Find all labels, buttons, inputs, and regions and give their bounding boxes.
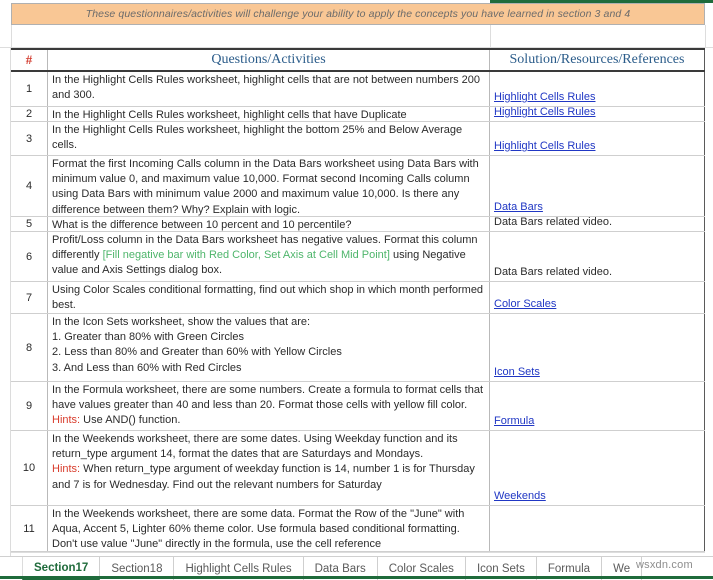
- table-row: 7Using Color Scales conditional formatti…: [11, 282, 705, 314]
- sheet-tab-label: Highlight Cells Rules: [185, 563, 291, 575]
- solution-link[interactable]: Weekends: [494, 489, 702, 504]
- sheet-tab-label: Color Scales: [389, 563, 454, 575]
- question-text: In the Formula worksheet, there are some…: [52, 384, 483, 411]
- question-cell[interactable]: In the Formula worksheet, there are some…: [48, 382, 490, 430]
- banner-left-gutter: [0, 3, 11, 26]
- solution-cell[interactable]: Highlight Cells Rules: [490, 107, 705, 121]
- hint-label: Hints:: [52, 414, 80, 426]
- row-number-cell[interactable]: 2: [11, 107, 48, 121]
- banner-row: These questionnaires/activities will cha…: [0, 3, 713, 25]
- table-row: 3In the Highlight Cells Rules worksheet,…: [11, 122, 705, 156]
- sheet-tab-label: We: [613, 563, 630, 575]
- column-header-questions: Questions/Activities: [48, 50, 490, 70]
- row-number-cell[interactable]: 6: [11, 232, 48, 281]
- row-number-cell[interactable]: 10: [11, 431, 48, 505]
- sheet-tab-label: Icon Sets: [477, 563, 525, 575]
- solution-cell[interactable]: Data Bars related video.: [490, 232, 705, 281]
- sheet-tab-label: Section18: [111, 563, 162, 575]
- solution-link[interactable]: Formula: [494, 414, 702, 429]
- solution-link[interactable]: Color Scales: [494, 297, 702, 312]
- table-row: 6Profit/Loss column in the Data Bars wor…: [11, 232, 705, 282]
- question-line: In the Icon Sets worksheet, show the val…: [52, 315, 487, 330]
- question-cell[interactable]: In the Weekends worksheet, there are som…: [48, 506, 490, 551]
- solution-cell[interactable]: Data Bars related video.: [490, 217, 705, 231]
- question-text: When return_type argument of weekday fun…: [52, 463, 475, 490]
- question-rich-text: In the Weekends worksheet, there are som…: [52, 432, 487, 493]
- question-text: In the Weekends worksheet, there are som…: [52, 507, 487, 553]
- table-row: 11In the Weekends worksheet, there are s…: [11, 506, 705, 552]
- solution-text: Data Bars related video.: [494, 265, 702, 280]
- table-row: 1In the Highlight Cells Rules worksheet,…: [11, 72, 705, 107]
- question-cell[interactable]: In the Weekends worksheet, there are som…: [48, 431, 490, 505]
- green-note-text: [Fill negative bar with Red Color, Set A…: [103, 249, 390, 261]
- sheet-tab-label: Data Bars: [315, 563, 366, 575]
- question-text: In the Highlight Cells Rules worksheet, …: [52, 123, 487, 153]
- question-text: In the Weekends worksheet, there are som…: [52, 433, 458, 460]
- table-row: 10In the Weekends worksheet, there are s…: [11, 431, 705, 506]
- right-overflow-column: [705, 48, 713, 556]
- table-row: 5 What is the difference between 10 perce…: [11, 217, 705, 232]
- questions-table: #Questions/ActivitiesSolution/Resources/…: [11, 48, 705, 553]
- row-number-cell[interactable]: 9: [11, 382, 48, 430]
- solution-cell[interactable]: Highlight Cells Rules: [490, 122, 705, 155]
- question-rich-text: In the Formula worksheet, there are some…: [52, 383, 487, 429]
- solution-cell[interactable]: [490, 506, 705, 551]
- table-row: 4Format the first Incoming Calls column …: [11, 156, 705, 217]
- spreadsheet-canvas: These questionnaires/activities will cha…: [0, 0, 713, 579]
- column-header-solution: Solution/Resources/References: [490, 50, 705, 70]
- solution-link[interactable]: Highlight Cells Rules: [494, 105, 702, 120]
- question-cell[interactable]: Using Color Scales conditional formattin…: [48, 282, 490, 313]
- solution-link[interactable]: Data Bars: [494, 200, 702, 215]
- solution-link[interactable]: Highlight Cells Rules: [494, 90, 702, 105]
- question-cell[interactable]: What is the difference between 10 percen…: [48, 217, 490, 231]
- sheet-tab-label: Section17: [34, 562, 88, 574]
- table-row: 2 In the Highlight Cells Rules worksheet,…: [11, 107, 705, 122]
- question-cell[interactable]: Format the first Incoming Calls column i…: [48, 156, 490, 216]
- question-line: 2. Less than 80% and Greater than 60% wi…: [52, 345, 487, 360]
- hint-label: Hints:: [52, 463, 80, 475]
- question-cell[interactable]: In the Highlight Cells Rules worksheet, …: [48, 122, 490, 155]
- table-header-row: #Questions/ActivitiesSolution/Resources/…: [11, 50, 705, 72]
- question-cell[interactable]: In the Highlight Cells Rules worksheet, …: [48, 107, 490, 121]
- question-text: Using Color Scales conditional formattin…: [52, 283, 487, 313]
- banner-text-cell[interactable]: These questionnaires/activities will cha…: [11, 3, 705, 25]
- solution-cell[interactable]: Formula: [490, 382, 705, 430]
- row-header-gutter: [0, 48, 11, 556]
- question-text: What is the difference between 10 percen…: [52, 218, 487, 233]
- table-row: 9In the Formula worksheet, there are som…: [11, 382, 705, 431]
- row-number-cell[interactable]: 8: [11, 314, 48, 381]
- row-number-cell[interactable]: 11: [11, 506, 48, 551]
- solution-cell[interactable]: Data Bars: [490, 156, 705, 216]
- solution-cell[interactable]: Color Scales: [490, 282, 705, 313]
- solution-text: Data Bars related video.: [494, 215, 702, 230]
- question-line: 1. Greater than 80% with Green Circles: [52, 330, 487, 345]
- row-number-cell[interactable]: 5: [11, 217, 48, 231]
- question-text: In the Highlight Cells Rules worksheet, …: [52, 73, 487, 103]
- column-header-number: #: [11, 50, 48, 70]
- question-line: 3. And Less than 60% with Red Circles: [52, 361, 487, 376]
- solution-cell[interactable]: Highlight Cells Rules: [490, 72, 705, 106]
- blank-row-1: [0, 25, 713, 48]
- question-cell[interactable]: Profit/Loss column in the Data Bars work…: [48, 232, 490, 281]
- row-number-cell[interactable]: 7: [11, 282, 48, 313]
- sheet-tab-label: Formula: [548, 563, 590, 575]
- question-text: Use AND() function.: [80, 414, 180, 426]
- solution-cell[interactable]: Icon Sets: [490, 314, 705, 381]
- question-rich-text: Profit/Loss column in the Data Bars work…: [52, 233, 487, 279]
- row-number-cell[interactable]: 3: [11, 122, 48, 155]
- solution-link[interactable]: Highlight Cells Rules: [494, 139, 702, 154]
- table-row: 8 In the Icon Sets worksheet, show the va…: [11, 314, 705, 382]
- question-text: Format the first Incoming Calls column i…: [52, 157, 487, 218]
- solution-link[interactable]: Icon Sets: [494, 365, 702, 380]
- question-cell[interactable]: In the Highlight Cells Rules worksheet, …: [48, 72, 490, 106]
- question-cell[interactable]: In the Icon Sets worksheet, show the val…: [48, 314, 490, 381]
- question-text: In the Highlight Cells Rules worksheet, …: [52, 108, 487, 123]
- banner-right-gutter: [705, 3, 713, 25]
- solution-cell[interactable]: Weekends: [490, 431, 705, 505]
- row-number-cell[interactable]: 1: [11, 72, 48, 106]
- row-number-cell[interactable]: 4: [11, 156, 48, 216]
